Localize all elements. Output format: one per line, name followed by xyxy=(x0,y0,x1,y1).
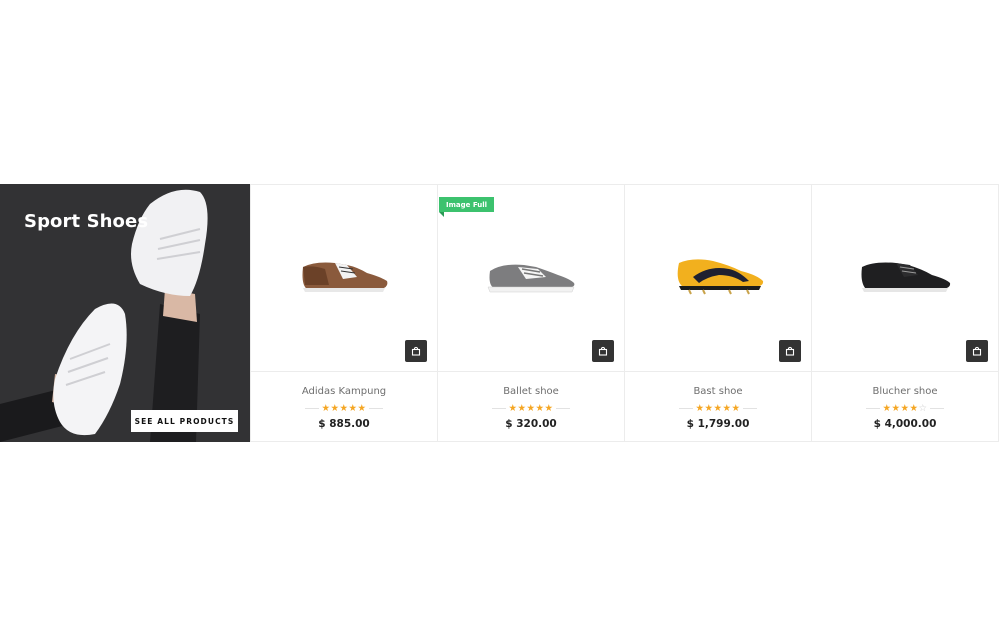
add-to-cart-button[interactable] xyxy=(405,340,427,362)
product-price: $ 885.00 xyxy=(318,418,370,430)
product-card[interactable]: Ballet shoe ★★★★★ $ 320.00 xyxy=(437,184,625,442)
product-rating: ★★★★★ xyxy=(438,401,624,415)
star-rating-icon: ★★★★☆ xyxy=(882,402,928,414)
product-image[interactable] xyxy=(669,255,769,295)
shopping-bag-icon xyxy=(972,346,982,356)
product-rating: ★★★★★ xyxy=(625,401,811,415)
shopping-bag-icon xyxy=(785,346,795,356)
add-to-cart-button[interactable] xyxy=(779,340,801,362)
banner-title: Sport Shoes xyxy=(24,211,149,232)
add-to-cart-button[interactable] xyxy=(966,340,988,362)
product-price: $ 320.00 xyxy=(505,418,557,430)
shopping-bag-icon xyxy=(411,346,421,356)
product-section: Sport Shoes SEE ALL PRODUCTS Adidas Kamp… xyxy=(0,0,1000,625)
product-image[interactable] xyxy=(295,255,395,295)
see-all-products-button[interactable]: SEE ALL PRODUCTS xyxy=(131,410,238,432)
add-to-cart-button[interactable] xyxy=(592,340,614,362)
product-rating: ★★★★☆ xyxy=(812,401,998,415)
product-card[interactable]: Adidas Kampung ★★★★★ $ 885.00 xyxy=(250,184,438,442)
star-rating-icon: ★★★★★ xyxy=(695,402,741,414)
product-name[interactable]: Bast shoe xyxy=(625,386,811,397)
product-image[interactable] xyxy=(856,255,956,295)
product-info: Adidas Kampung ★★★★★ $ 885.00 xyxy=(251,373,437,443)
product-rating: ★★★★★ xyxy=(251,401,437,415)
shopping-bag-icon xyxy=(598,346,608,356)
star-rating-icon: ★★★★★ xyxy=(321,402,367,414)
product-price: $ 4,000.00 xyxy=(873,418,937,430)
product-price: $ 1,799.00 xyxy=(686,418,750,430)
product-info: Bast shoe ★★★★★ $ 1,799.00 xyxy=(625,373,811,443)
star-rating-icon: ★★★★★ xyxy=(508,402,554,414)
product-info: Blucher shoe ★★★★☆ $ 4,000.00 xyxy=(812,373,998,443)
badge-tail xyxy=(439,212,444,217)
product-card[interactable]: Blucher shoe ★★★★☆ $ 4,000.00 xyxy=(811,184,999,442)
product-badge: Image Full xyxy=(439,197,495,212)
product-name[interactable]: Ballet shoe xyxy=(438,386,624,397)
product-image[interactable] xyxy=(482,255,582,295)
product-card[interactable]: Bast shoe ★★★★★ $ 1,799.00 xyxy=(624,184,812,442)
product-name[interactable]: Blucher shoe xyxy=(812,386,998,397)
product-info: Ballet shoe ★★★★★ $ 320.00 xyxy=(438,373,624,443)
product-name[interactable]: Adidas Kampung xyxy=(251,386,437,397)
